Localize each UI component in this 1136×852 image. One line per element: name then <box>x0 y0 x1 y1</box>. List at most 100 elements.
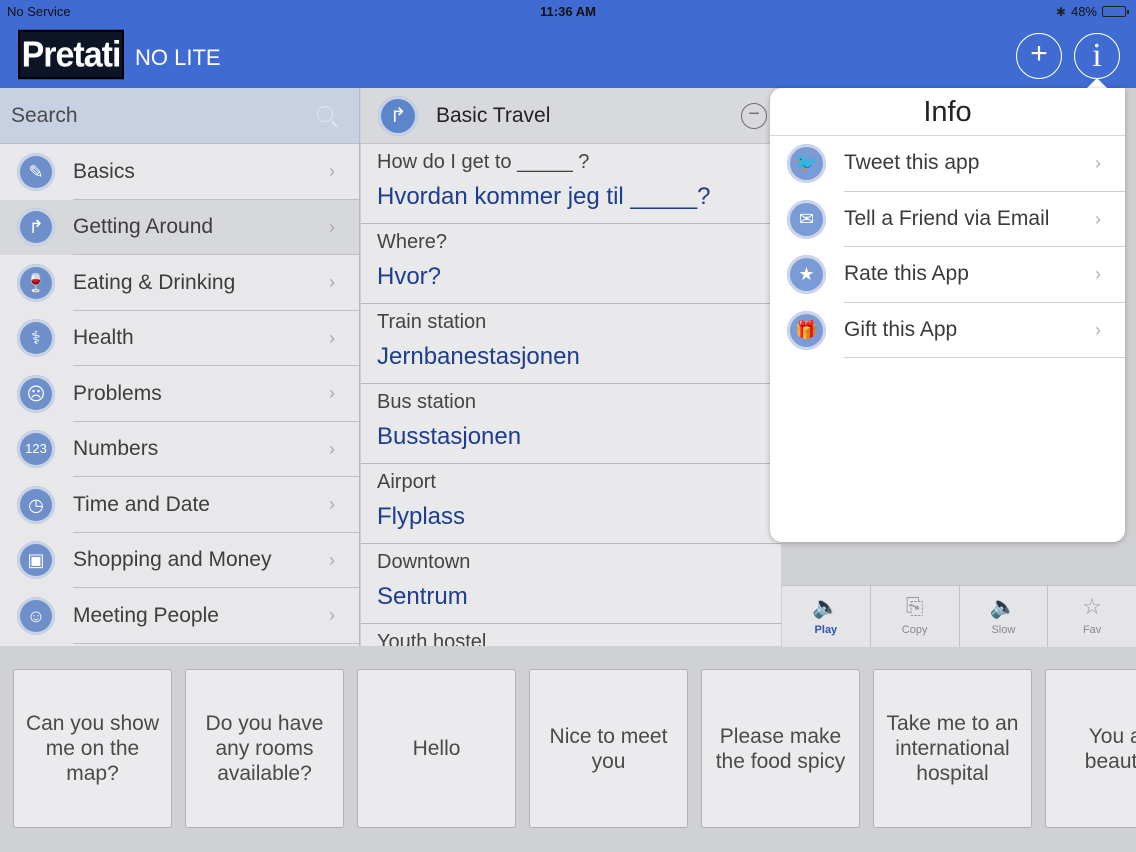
search-field[interactable]: Search <box>0 88 359 144</box>
tool-label: Play <box>814 624 838 636</box>
chevron-right-icon: › <box>1095 208 1101 229</box>
tool-label: Copy <box>901 624 928 636</box>
sidebar-item-label: Basics <box>73 159 135 183</box>
phrase-norwegian: Hvor? <box>377 263 442 290</box>
phrase-english: Downtown <box>377 551 471 573</box>
favorites-bar: Can you show me on the map? Do you have a… <box>0 647 1136 852</box>
favorite-phrase-text: Take me to an international hospital <box>886 712 1019 785</box>
tool-label: Slow <box>991 624 1016 636</box>
numbers-icon: 123 <box>17 430 55 469</box>
app-edition: NO LITE <box>135 45 221 70</box>
sidebar-item-label: Problems <box>73 381 162 405</box>
chevron-right-icon: › <box>329 549 335 570</box>
info-item-label: Tweet this app <box>844 151 980 174</box>
chevron-right-icon: › <box>1095 319 1101 340</box>
favorite-phrase-text: Nice to meet you <box>549 724 668 773</box>
phrase-row[interactable]: Youth hostel <box>361 624 781 646</box>
phrase-panel-title: Basic Travel <box>436 103 551 127</box>
phrase-row[interactable]: Train station Jernbanestasjonen <box>361 304 781 384</box>
phrase-row[interactable]: Airport Flyplass <box>361 464 781 544</box>
search-placeholder: Search <box>11 103 78 127</box>
tool-label: Fav <box>1082 624 1102 636</box>
gift-icon: 🎁 <box>787 310 826 350</box>
phrase-toolbar: 🔈 Play ⎘ Copy 🔈 Slow ☆ Fav <box>782 585 1136 647</box>
info-item-gift[interactable]: 🎁 Gift this App › <box>770 303 1125 358</box>
copy-button[interactable]: ⎘ Copy <box>871 586 960 647</box>
popover-title: Info <box>770 88 1125 136</box>
phrase-english: Airport <box>377 471 436 493</box>
phrase-row[interactable]: Bus station Busstasjonen <box>361 384 781 464</box>
play-button[interactable]: 🔈 Play <box>782 586 871 647</box>
divider <box>73 642 359 644</box>
chevron-right-icon: › <box>1095 153 1101 173</box>
favorite-phrase-text: Can you show me on the map? <box>25 712 160 785</box>
chevron-right-icon: › <box>329 438 335 459</box>
clock-icon: ◷ <box>17 485 55 524</box>
info-item-envelope[interactable]: ✉ Tell a Friend via Email › <box>770 192 1125 247</box>
glass-icon: 🍷 <box>17 263 55 302</box>
favorite-phrase-text: Do you have any rooms available? <box>205 712 324 785</box>
favorite-phrase-card[interactable]: You are beautiful <box>1045 669 1136 828</box>
speaker-slow-icon: 🔈 <box>989 594 1018 619</box>
slow-button[interactable]: 🔈 Slow <box>960 586 1049 647</box>
sidebar-item-numbers[interactable]: 123 Numbers › <box>0 422 359 477</box>
sidebar-item-label: Eating & Drinking <box>73 270 236 294</box>
phrase-english: How do I get to _____ ? <box>377 151 590 173</box>
sidebar-item-meeting-people[interactable]: ☺ Meeting People › <box>0 588 359 644</box>
sidebar-item-shopping-and-money[interactable]: ▣ Shopping and Money › <box>0 533 359 588</box>
phrase-norwegian: Busstasjonen <box>377 423 522 450</box>
divider <box>844 357 1125 358</box>
sad-face-icon: ☹ <box>17 374 55 413</box>
category-sidebar: Search ✎ Basics › ↱ Getting Around › 🍷 Eating &… <box>0 88 360 646</box>
info-item-star[interactable]: ★ Rate this App › <box>770 247 1125 303</box>
phrase-row[interactable]: How do I get to _____ ? Hvordan kommer je… <box>361 144 781 224</box>
chevron-right-icon: › <box>329 272 335 293</box>
top-bar: No Service 11:36 AM ✱ 48% Pretati NO LIT… <box>0 0 1136 88</box>
fav-button[interactable]: ☆ Fav <box>1048 586 1136 647</box>
bluetooth-icon: ✱ <box>1055 4 1066 19</box>
chevron-right-icon: › <box>329 605 335 626</box>
plus-icon: + <box>1030 37 1048 70</box>
add-button[interactable]: + <box>1016 33 1062 79</box>
phrase-row[interactable]: Where? Hvor? <box>361 224 781 304</box>
battery-icon <box>1102 6 1129 17</box>
phrase-english: Youth hostel <box>377 631 487 646</box>
phrase-norwegian: Flyplass <box>377 503 466 530</box>
favorite-phrase-card[interactable]: Take me to an international hospital <box>873 669 1032 828</box>
info-button[interactable]: i <box>1074 33 1120 79</box>
phrase-norwegian: Sentrum <box>377 583 468 610</box>
favorite-phrase-card[interactable]: Nice to meet you <box>529 669 688 828</box>
sidebar-item-time-and-date[interactable]: ◷ Time and Date › <box>0 477 359 533</box>
phrase-norwegian: Jernbanestasjonen <box>377 343 580 370</box>
favorite-phrase-card[interactable]: Do you have any rooms available? <box>185 669 344 828</box>
phrase-english: Train station <box>377 311 487 333</box>
star-icon: ★ <box>787 255 826 294</box>
collapse-button[interactable]: − <box>741 102 767 129</box>
favorite-phrase-card[interactable]: Hello <box>357 669 516 828</box>
phrase-row[interactable]: Downtown Sentrum <box>361 544 781 624</box>
sidebar-item-label: Health <box>73 326 134 350</box>
phrase-panel-header: ↱ Basic Travel − <box>361 88 781 144</box>
favorite-phrase-text: Please make the food spicy <box>715 724 846 773</box>
favorite-phrase-card[interactable]: Can you show me on the map? <box>13 669 172 828</box>
copy-icon: ⎘ <box>905 594 924 619</box>
chevron-right-icon: › <box>329 494 335 515</box>
status-time: 11:36 AM <box>540 4 596 19</box>
info-item-twitter[interactable]: 🐦 Tweet this app › <box>770 136 1125 192</box>
chevron-right-icon: › <box>329 383 335 404</box>
favorite-phrase-card[interactable]: Please make the food spicy <box>701 669 860 828</box>
info-popover: Info 🐦 Tweet this app › ✉ Tell a Friend via … <box>770 88 1125 542</box>
sidebar-item-health[interactable]: ⚕ Health › <box>0 311 359 366</box>
pencil-icon: ✎ <box>17 152 55 191</box>
info-item-label: Gift this App <box>844 317 958 341</box>
turn-arrow-icon: ↱ <box>17 208 55 247</box>
sidebar-item-getting-around[interactable]: ↱ Getting Around › <box>0 199 359 255</box>
sidebar-item-problems[interactable]: ☹ Problems › <box>0 366 359 422</box>
status-right: ✱ 48% <box>1055 4 1129 19</box>
sidebar-item-basics[interactable]: ✎ Basics › <box>0 144 359 200</box>
info-icon: i <box>1092 37 1102 74</box>
sidebar-item-eating-drinking[interactable]: 🍷 Eating & Drinking › <box>0 255 359 311</box>
speaker-icon: 🔈 <box>812 594 840 619</box>
twitter-icon: 🐦 <box>787 144 826 183</box>
people-icon: ☺ <box>17 596 55 635</box>
